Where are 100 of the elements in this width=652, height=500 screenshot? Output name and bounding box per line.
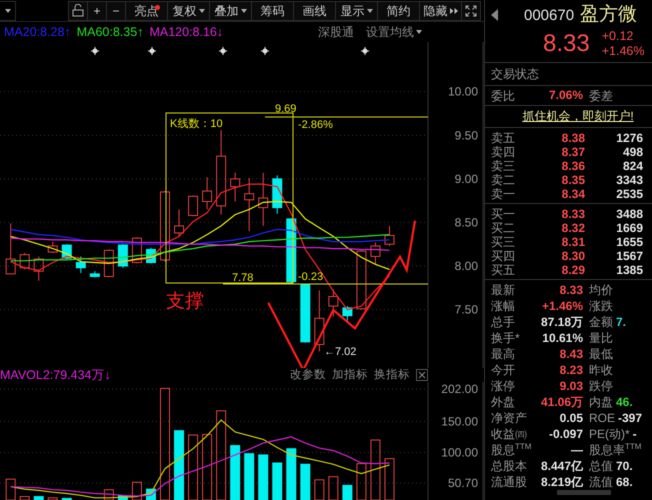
volume-bar [104,489,114,500]
toolbar-button[interactable]: 简约 [377,0,420,20]
stock-code: 000670 [524,6,574,24]
caret-icon [198,8,204,12]
candlestick [174,208,184,237]
field-label: 流值 [589,474,613,490]
field-label: 委比 [491,88,516,104]
stat-value: - [632,426,637,442]
stat-value: 41.06万 [540,394,583,410]
stat-value: -397 [618,410,642,426]
high-change-label: -2.86% [298,119,333,131]
stat-value: 8.43 [558,346,583,362]
volume-bar [174,430,184,500]
field-label: 收益㈣ [491,426,528,442]
volume-bar [314,479,324,500]
field-label: 均价 [589,282,613,298]
toolbar-button[interactable]: 筹码 [251,0,294,20]
price-change: +0.12 [602,29,634,44]
indicator-link[interactable]: 改参数 [290,368,326,382]
last-price: 8.33 [543,30,590,58]
field-label: 量比 [589,330,613,346]
field-label: 最低 [589,346,613,362]
caret-icon [366,8,372,12]
field-label: 内盘 [589,394,613,410]
double-chevron-icon [450,8,458,14]
period-dropdown[interactable] [0,0,16,20]
volume-axis-label: 50.70 [448,476,478,490]
stat-value: — [570,442,583,458]
caret-icon [4,8,10,12]
price-axis-label: 9.00 [454,172,478,186]
stock-name: 盈方微 [580,4,638,26]
field-label: 买一 [491,206,516,222]
volume-bar [356,463,366,500]
close-button[interactable] [416,369,428,381]
toolbar-button[interactable]: 隐藏 [419,0,462,20]
stat-value: 8.33 [558,282,583,298]
fullscreen-button[interactable] [461,0,481,20]
volume-bar [118,495,128,500]
candlestick [188,194,198,217]
lock-button[interactable] [68,0,88,20]
order-volume: 498 [622,144,643,160]
field-label: 卖五 [491,130,516,146]
low-change-label: -0.23 [298,271,324,283]
candlestick [160,190,170,262]
field-label: 金额 [589,314,613,330]
event-marker-icon[interactable] [90,46,100,56]
order-volume: 1385 [615,262,643,278]
promo-link[interactable]: 抓住机会，即刻开户! [522,109,634,124]
toolbar-button[interactable]: − [106,0,126,20]
order-price: 8.38 [560,130,585,146]
toolbar-button[interactable]: 亮点 [125,0,168,20]
close-icon [418,371,426,379]
stat-value: 70. [616,458,633,474]
candlestick [132,236,142,264]
event-marker-icon[interactable] [260,46,270,56]
low-point-label: ←7.02 [324,346,356,358]
order-price: 8.31 [560,234,585,250]
toolbar-button[interactable]: 叠加 [209,0,252,20]
order-volume: 1655 [615,234,643,250]
toolbar-button[interactable]: 复权 [167,0,210,20]
field-label: 买五 [491,262,516,278]
candlestick [300,282,310,344]
toolbar-button[interactable]: 画线 [293,0,336,20]
event-marker-icon[interactable] [360,46,370,56]
toolbar-button[interactable]: 显示 [335,0,378,20]
volume-axis-label: 202.00 [441,382,478,396]
volume-average-value: MAVOL2:79.434万↓ [0,368,111,382]
back-arrow-icon[interactable] [491,9,498,21]
volume-bar [272,462,282,500]
candlestick [104,248,114,278]
candlestick [314,290,324,352]
moving-average-value: MA60:8.35↑ [76,25,144,39]
stat-value: 87.18万 [540,314,583,330]
toolbar-button[interactable]: + [87,0,107,20]
candlestick [48,241,58,254]
scroll-handle[interactable] [557,490,611,495]
candlestick [244,177,254,232]
event-marker-icon[interactable] [148,46,156,56]
high-price-label: 9.69 [275,103,296,115]
volume-bar [300,464,310,500]
field-label: 交易状态 [491,66,540,82]
event-marker-icon[interactable] [218,46,228,56]
order-volume: 1567 [615,248,643,264]
moving-average-value: MA120:8.16↓ [149,25,224,39]
indicator-link[interactable]: 加指标 [332,368,368,382]
candlestick [118,244,128,268]
moving-average-value: MA20:8.28↑ [4,25,71,39]
chart-link[interactable]: 深股通 [318,24,354,40]
field-label: 换手* [491,330,521,346]
stat-value: 8.447亿 [540,458,583,474]
unlock-icon [72,4,84,17]
field-label: 涨幅 [491,298,516,314]
chart-link[interactable]: 设置均线 [366,24,422,40]
volume-axis-label: 150.00 [441,414,478,428]
candlestick [76,256,86,274]
field-label: 跌停 [589,378,613,394]
field-label: 总股本 [491,458,528,474]
indicator-link[interactable]: 换指标 [374,368,410,382]
volume-bar [328,476,338,500]
volume-bar [370,440,380,500]
